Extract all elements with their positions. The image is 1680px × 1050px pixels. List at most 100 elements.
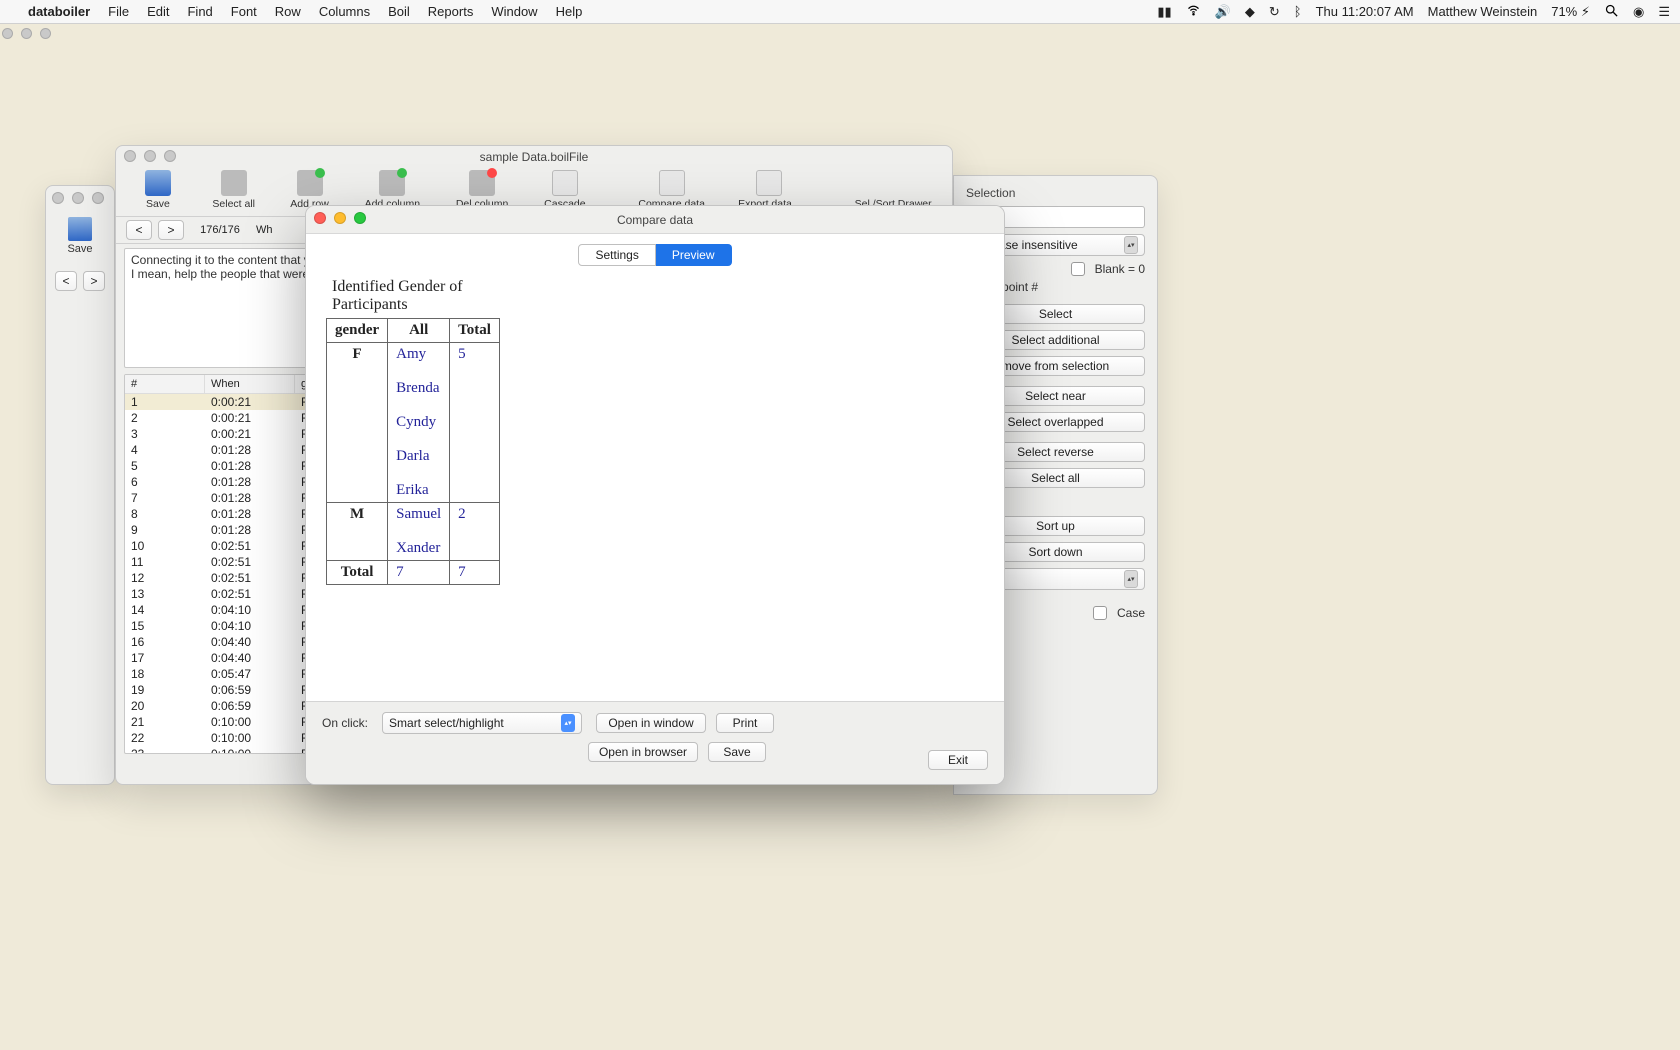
case-checkbox[interactable] <box>1093 606 1107 620</box>
compare-data-sheet: Compare data Settings Preview Identified… <box>305 205 1005 785</box>
zoom-icon[interactable] <box>164 150 176 162</box>
menu-boil[interactable]: Boil <box>388 4 410 19</box>
onclick-select[interactable]: Smart select/highlight ▴▾ <box>382 712 582 734</box>
close-icon[interactable] <box>314 212 326 224</box>
close-icon[interactable] <box>2 28 13 39</box>
siri-icon[interactable]: ◉ <box>1633 4 1644 20</box>
volume-icon[interactable]: 🔊 <box>1215 4 1231 20</box>
add-column-icon <box>379 170 405 196</box>
menu-file[interactable]: File <box>108 4 129 19</box>
add-row-icon <box>297 170 323 196</box>
toolbar-save[interactable]: Save <box>130 170 186 210</box>
sync-icon[interactable]: ↻ <box>1269 4 1280 20</box>
wh-label: Wh <box>256 224 273 236</box>
minimize-icon[interactable] <box>21 28 32 39</box>
close-icon[interactable] <box>52 192 64 204</box>
open-in-browser-button[interactable]: Open in browser <box>588 742 698 762</box>
close-icon[interactable] <box>124 150 136 162</box>
toolbar-export-data[interactable]: Export data... <box>731 170 809 210</box>
menu-row[interactable]: Row <box>275 4 301 19</box>
report-row: MSamuelXander2 <box>327 503 500 561</box>
minimize-icon[interactable] <box>144 150 156 162</box>
exit-button[interactable]: Exit <box>928 750 988 770</box>
wifi-icon[interactable] <box>1186 3 1201 21</box>
menu-columns[interactable]: Columns <box>319 4 370 19</box>
footer-total[interactable]: 7 <box>458 564 466 580</box>
tab-settings[interactable]: Settings <box>578 244 655 266</box>
save-label: Save <box>46 243 114 255</box>
save-icon <box>145 170 171 196</box>
control-center-icon[interactable]: ☰ <box>1658 4 1670 20</box>
toolbar-selsort-drawer[interactable]: Sel./Sort Drawer <box>848 170 938 210</box>
sheet-body: Identified Gender of Participants gender… <box>306 266 1004 597</box>
toolbar-cascade[interactable]: Cascade <box>537 170 593 210</box>
column-header-index[interactable]: # <box>125 375 205 393</box>
spotlight-icon[interactable] <box>1604 3 1619 21</box>
sheet-footer: On click: Smart select/highlight ▴▾ Open… <box>306 701 1004 784</box>
minimize-icon[interactable] <box>72 192 84 204</box>
col-all: All <box>388 319 450 343</box>
app-name[interactable]: databoiler <box>28 4 90 19</box>
dropbox-icon[interactable]: ◆ <box>1245 4 1255 20</box>
menu-edit[interactable]: Edit <box>147 4 169 19</box>
menubar: databoiler File Edit Find Font Row Colum… <box>0 0 1680 24</box>
column-header-when[interactable]: When <box>205 375 295 393</box>
footer-label: Total <box>327 561 388 585</box>
menu-window[interactable]: Window <box>491 4 537 19</box>
toolbar-add-row[interactable]: Add row <box>282 170 338 210</box>
participant-link[interactable]: Amy <box>396 346 426 362</box>
toolbar-compare-data[interactable]: Compare data <box>633 170 711 210</box>
report-table: gender All Total FAmyBrendaCyndyDarlaEri… <box>326 318 500 585</box>
count-link[interactable]: 5 <box>458 346 466 362</box>
bg-traffic-lights <box>52 192 104 204</box>
toolbar-select-all[interactable]: Select all <box>206 170 262 210</box>
participant-link[interactable]: Darla <box>396 448 429 464</box>
open-in-window-button[interactable]: Open in window <box>596 713 706 733</box>
sheet-title: Compare data <box>617 213 693 227</box>
menu-reports[interactable]: Reports <box>428 4 474 19</box>
save-icon[interactable] <box>68 217 92 241</box>
main-title: sample Data.boilFile <box>480 150 589 164</box>
drawer-title: Selection <box>966 186 1145 200</box>
tab-preview[interactable]: Preview <box>656 244 732 266</box>
clock[interactable]: Thu 11:20:07 AM <box>1316 4 1414 19</box>
blank-checkbox[interactable] <box>1071 262 1085 276</box>
menu-font[interactable]: Font <box>231 4 257 19</box>
main-titlebar[interactable]: sample Data.boilFile <box>116 146 952 168</box>
participant-link[interactable]: Brenda <box>396 380 439 396</box>
prev-button[interactable]: < <box>55 271 77 291</box>
report-title: Identified Gender of Participants <box>332 278 464 314</box>
zoom-icon[interactable] <box>354 212 366 224</box>
footer-all[interactable]: 7 <box>396 564 404 580</box>
prev-record-button[interactable]: < <box>126 220 152 240</box>
participant-link[interactable]: Xander <box>396 540 440 556</box>
menu-help[interactable]: Help <box>556 4 583 19</box>
report-row: FAmyBrendaCyndyDarlaErika5 <box>327 343 500 503</box>
toolbar-add-column[interactable]: Add column <box>357 170 427 210</box>
next-record-button[interactable]: > <box>158 220 184 240</box>
grid-icon <box>221 170 247 196</box>
user-name[interactable]: Matthew Weinstein <box>1428 4 1538 19</box>
del-column-icon <box>469 170 495 196</box>
save-button[interactable]: Save <box>708 742 766 762</box>
participant-link[interactable]: Samuel <box>396 506 441 522</box>
count-link[interactable]: 2 <box>458 506 466 522</box>
minimize-icon[interactable] <box>334 212 346 224</box>
participant-link[interactable]: Erika <box>396 482 428 498</box>
export-icon <box>756 170 782 196</box>
battery[interactable]: 71% ⚡︎ <box>1551 4 1590 20</box>
case-label: Case <box>1117 606 1145 620</box>
video-icon[interactable]: ▮▮ <box>1157 4 1171 20</box>
zoom-icon[interactable] <box>92 192 104 204</box>
sheet-titlebar[interactable]: Compare data <box>306 206 1004 234</box>
bluetooth-icon[interactable]: ᛒ <box>1294 4 1302 19</box>
menu-find[interactable]: Find <box>187 4 212 19</box>
col-total: Total <box>450 319 500 343</box>
background-window: Save < > <box>45 185 115 785</box>
participant-link[interactable]: Cyndy <box>396 414 436 430</box>
next-button[interactable]: > <box>83 271 105 291</box>
zoom-icon[interactable] <box>40 28 51 39</box>
toolbar-del-column[interactable]: Del column <box>447 170 517 210</box>
print-button[interactable]: Print <box>716 713 774 733</box>
col-gender: gender <box>327 319 388 343</box>
